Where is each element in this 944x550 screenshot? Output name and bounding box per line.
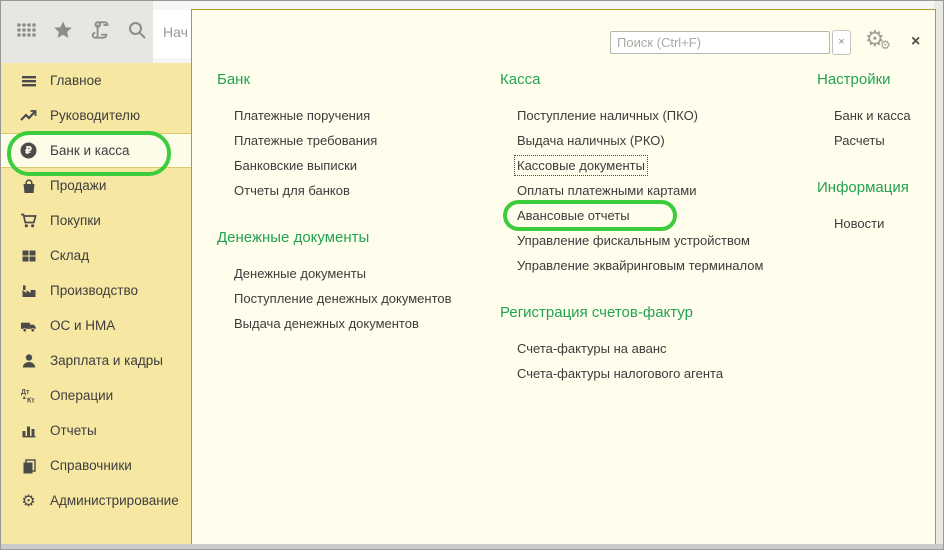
section-title: Информация	[817, 178, 925, 198]
menu-item-news[interactable]: Новости	[834, 211, 925, 236]
menu-item-monetary-documents[interactable]: Денежные документы	[234, 261, 500, 286]
sidebar-item-references[interactable]: Справочники	[1, 448, 191, 483]
sidebar-item-main[interactable]: Главное	[1, 63, 191, 98]
menu-item-tax-agent-invoices[interactable]: Счета-фактуры налогового агента	[517, 361, 817, 386]
top-toolbar	[1, 1, 153, 63]
search-icon[interactable]	[126, 19, 148, 41]
sidebar-item-operations[interactable]: Дт Кт Операции	[1, 378, 191, 413]
sidebar-item-fixed-assets[interactable]: ОС и НМА	[1, 308, 191, 343]
menu-columns: Банк Платежные поручения Платежные требо…	[217, 70, 923, 386]
history-scroll-icon[interactable]	[89, 19, 111, 41]
shopping-bag-icon	[20, 177, 37, 194]
sidebar: Главное Руководителю ₽ Банк и касса Прод…	[1, 63, 191, 544]
books-icon	[20, 457, 37, 474]
section-title: Банк	[217, 70, 500, 90]
sidebar-item-purchases[interactable]: Покупки	[1, 203, 191, 238]
sidebar-item-manager[interactable]: Руководителю	[1, 98, 191, 133]
sidebar-item-label: Зарплата и кадры	[50, 353, 163, 368]
sidebar-item-label: Покупки	[50, 213, 101, 228]
menu-item-reports-for-banks[interactable]: Отчеты для банков	[234, 178, 500, 203]
settings-gear-icon[interactable]: ⚙⚙	[865, 29, 893, 55]
menu-item-calculations-settings[interactable]: Расчеты	[834, 128, 925, 153]
section-title: Касса	[500, 70, 817, 90]
sidebar-item-sales[interactable]: Продажи	[1, 168, 191, 203]
shopping-cart-icon	[20, 212, 37, 229]
main-menu-lines-icon	[20, 72, 37, 89]
column-cash: Касса Поступление наличных (ПКО) Выдача …	[500, 70, 817, 386]
svg-text:Кт: Кт	[27, 398, 35, 405]
section-title: Регистрация счетов-фактур	[500, 303, 817, 323]
sidebar-item-label: ОС и НМА	[50, 318, 115, 333]
sidebar-item-payroll-hr[interactable]: Зарплата и кадры	[1, 343, 191, 378]
section-information: Информация Новости	[817, 178, 925, 236]
menu-item-payment-orders[interactable]: Платежные поручения	[234, 103, 500, 128]
column-settings: Настройки Банк и касса Расчеты Информаци…	[817, 70, 925, 386]
bank-and-cash-menu-panel: × ⚙⚙ × Банк Платежные поручения Платежны…	[191, 9, 936, 546]
window-bottom-edge	[1, 544, 943, 549]
sidebar-item-administration[interactable]: ⚙ Администрирование	[1, 483, 191, 518]
gear-icon: ⚙	[20, 492, 37, 509]
menu-item-bank-and-cash-settings[interactable]: Банк и касса	[834, 103, 925, 128]
svg-text:Дт: Дт	[21, 389, 30, 396]
menu-item-receipt-monetary-documents[interactable]: Поступление денежных документов	[234, 286, 500, 311]
sidebar-item-bank-and-cash[interactable]: ₽ Банк и касса	[1, 133, 191, 168]
trend-chart-icon	[20, 107, 37, 124]
menu-item-cash-issue-rko[interactable]: Выдача наличных (РКО)	[517, 128, 817, 153]
menu-item-acquiring-terminal-management[interactable]: Управление эквайринговым терминалом	[517, 253, 817, 278]
sidebar-item-label: Банк и касса	[50, 143, 130, 158]
sidebar-item-reports[interactable]: Отчеты	[1, 413, 191, 448]
bar-chart-icon	[20, 422, 37, 439]
sidebar-item-label: Производство	[50, 283, 138, 298]
sidebar-item-label: Главное	[50, 73, 102, 88]
search-input[interactable]	[610, 31, 830, 54]
app-window: Нач Главное Руководителю ₽ Банк и ка	[0, 0, 944, 550]
sidebar-item-label: Руководителю	[50, 108, 140, 123]
sidebar-item-label: Склад	[50, 248, 89, 263]
factory-icon	[20, 282, 37, 299]
ruble-circle-icon: ₽	[20, 142, 37, 159]
section-invoice-registration: Регистрация счетов-фактур Счета-фактуры …	[500, 303, 817, 386]
menu-grid-icon[interactable]	[15, 19, 37, 41]
section-cash: Касса Поступление наличных (ПКО) Выдача …	[500, 70, 817, 278]
tab-home-label: Нач	[163, 24, 188, 40]
column-bank: Банк Платежные поручения Платежные требо…	[217, 70, 500, 386]
sidebar-item-label: Администрирование	[50, 493, 179, 508]
sidebar-item-production[interactable]: Производство	[1, 273, 191, 308]
menu-item-advance-invoices[interactable]: Счета-фактуры на аванс	[517, 336, 817, 361]
warehouse-boxes-icon	[20, 247, 37, 264]
sidebar-item-label: Продажи	[50, 178, 106, 193]
section-title: Денежные документы	[217, 228, 500, 248]
menu-item-card-payments[interactable]: Оплаты платежными картами	[517, 178, 817, 203]
section-settings: Настройки Банк и касса Расчеты	[817, 70, 925, 153]
menu-item-payment-requests[interactable]: Платежные требования	[234, 128, 500, 153]
menu-item-cash-receipt-pko[interactable]: Поступление наличных (ПКО)	[517, 103, 817, 128]
close-icon[interactable]: ×	[911, 34, 920, 50]
debit-credit-icon: Дт Кт	[20, 387, 37, 404]
section-monetary-documents: Денежные документы Денежные документы По…	[217, 228, 500, 336]
section-title: Настройки	[817, 70, 925, 90]
search-clear-button[interactable]: ×	[832, 30, 851, 55]
truck-icon	[20, 317, 37, 334]
menu-item-issue-monetary-documents[interactable]: Выдача денежных документов	[234, 311, 500, 336]
menu-item-advance-reports[interactable]: Авансовые отчеты	[517, 203, 817, 228]
sidebar-item-label: Справочники	[50, 458, 132, 473]
sidebar-item-warehouse[interactable]: Склад	[1, 238, 191, 273]
person-icon	[20, 352, 37, 369]
section-bank: Банк Платежные поручения Платежные требо…	[217, 70, 500, 203]
menu-item-bank-statements[interactable]: Банковские выписки	[234, 153, 500, 178]
menu-item-cash-documents[interactable]: Кассовые документы	[517, 153, 817, 178]
svg-text:₽: ₽	[25, 145, 32, 157]
sidebar-item-label: Отчеты	[50, 423, 97, 438]
sidebar-item-label: Операции	[50, 388, 113, 403]
favorites-star-icon[interactable]	[52, 19, 74, 41]
menu-item-fiscal-device-management[interactable]: Управление фискальным устройством	[517, 228, 817, 253]
